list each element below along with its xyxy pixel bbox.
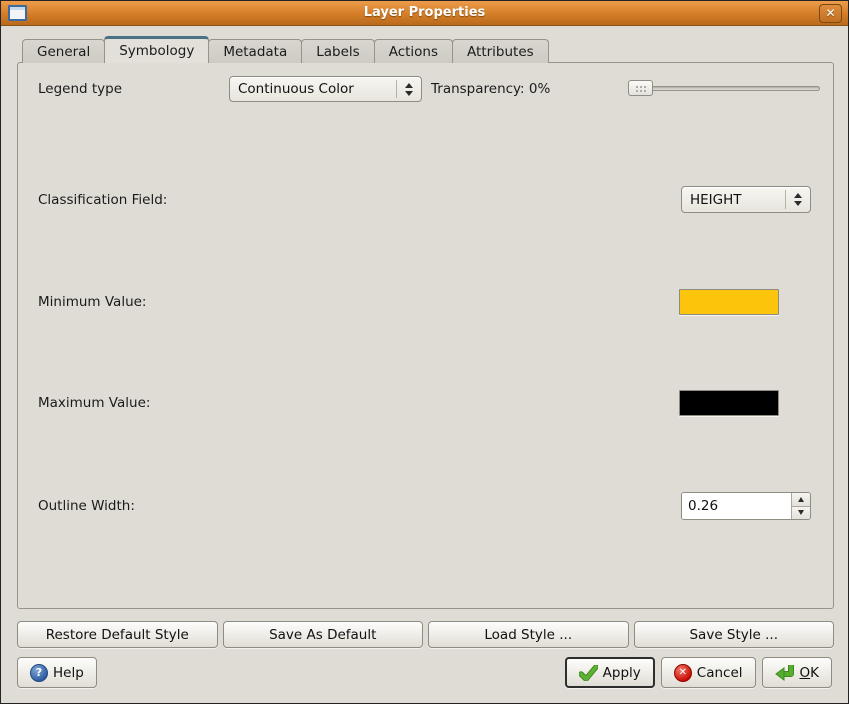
tab-label: General <box>37 44 90 60</box>
legend-type-label: Legend type <box>38 78 122 100</box>
style-buttons-row: Restore Default Style Save As Default Lo… <box>17 621 834 648</box>
close-icon: ✕ <box>825 6 835 20</box>
close-button[interactable]: ✕ <box>819 4 842 23</box>
dialog-buttons-row: Apply ✕ Cancel OK <box>565 657 832 688</box>
classification-field-label: Classification Field: <box>38 189 167 211</box>
apply-button[interactable]: Apply <box>565 657 655 688</box>
button-label: Save As Default <box>269 627 376 643</box>
button-label: Cancel <box>697 665 743 681</box>
maximum-value-label: Maximum Value: <box>38 392 150 414</box>
button-label: Restore Default Style <box>46 627 189 643</box>
tab-actions[interactable]: Actions <box>374 39 453 63</box>
outline-width-label: Outline Width: <box>38 495 135 517</box>
transparency-slider[interactable] <box>628 79 820 97</box>
restore-default-style-button[interactable]: Restore Default Style <box>17 621 218 648</box>
save-style-button[interactable]: Save Style ... <box>634 621 835 648</box>
help-area: ? Help <box>17 657 97 688</box>
tab-general[interactable]: General <box>22 39 105 63</box>
tab-bar: General Symbology Metadata Labels Action… <box>22 36 549 63</box>
arrow-down-icon <box>798 510 804 515</box>
cancel-icon: ✕ <box>674 664 692 682</box>
slider-track[interactable] <box>628 86 820 91</box>
combo-updown-icon[interactable] <box>397 83 421 96</box>
button-label: Load Style ... <box>484 627 572 643</box>
window-title: Layer Properties <box>1 5 848 20</box>
cancel-button[interactable]: ✕ Cancel <box>661 657 756 688</box>
maximum-value-color-swatch[interactable] <box>679 390 779 416</box>
load-style-button[interactable]: Load Style ... <box>428 621 629 648</box>
symbology-tab-panel <box>17 62 834 609</box>
tab-attributes[interactable]: Attributes <box>452 39 549 63</box>
button-label: Apply <box>603 665 641 681</box>
classification-field-value: HEIGHT <box>682 192 785 208</box>
help-button[interactable]: ? Help <box>17 657 97 688</box>
button-label: Help <box>53 665 84 681</box>
combo-updown-icon[interactable] <box>786 193 810 206</box>
layer-properties-dialog: Layer Properties ✕ General Symbology Met… <box>0 0 849 704</box>
ok-button[interactable]: OK <box>762 657 833 688</box>
legend-type-value: Continuous Color <box>230 81 396 97</box>
outline-width-spinbox[interactable] <box>681 492 811 520</box>
tab-labels[interactable]: Labels <box>301 39 374 63</box>
tab-label: Labels <box>316 44 359 60</box>
minimum-value-label: Minimum Value: <box>38 291 146 313</box>
minimum-value-color-swatch[interactable] <box>679 289 779 315</box>
classification-field-combobox[interactable]: HEIGHT <box>681 186 811 213</box>
save-as-default-button[interactable]: Save As Default <box>223 621 424 648</box>
button-label: Save Style ... <box>689 627 778 643</box>
arrow-up-icon <box>798 497 804 502</box>
tab-label: Actions <box>389 44 438 60</box>
tab-symbology[interactable]: Symbology <box>104 36 209 63</box>
spin-buttons <box>791 493 810 519</box>
spin-up-button[interactable] <box>792 493 810 507</box>
help-icon: ? <box>30 664 48 682</box>
legend-type-combobox[interactable]: Continuous Color <box>229 76 422 102</box>
checkmark-icon <box>579 665 598 681</box>
slider-handle[interactable] <box>628 80 653 96</box>
transparency-label: Transparency: 0% <box>431 78 550 100</box>
titlebar[interactable]: Layer Properties ✕ <box>1 1 848 26</box>
spin-down-button[interactable] <box>792 507 810 520</box>
button-label: OK <box>800 665 820 681</box>
tab-label: Attributes <box>467 44 534 60</box>
tab-label: Symbology <box>119 43 194 59</box>
enter-arrow-icon <box>775 664 795 681</box>
tab-metadata[interactable]: Metadata <box>208 39 302 63</box>
outline-width-input[interactable] <box>682 493 791 519</box>
tab-label: Metadata <box>223 44 287 60</box>
